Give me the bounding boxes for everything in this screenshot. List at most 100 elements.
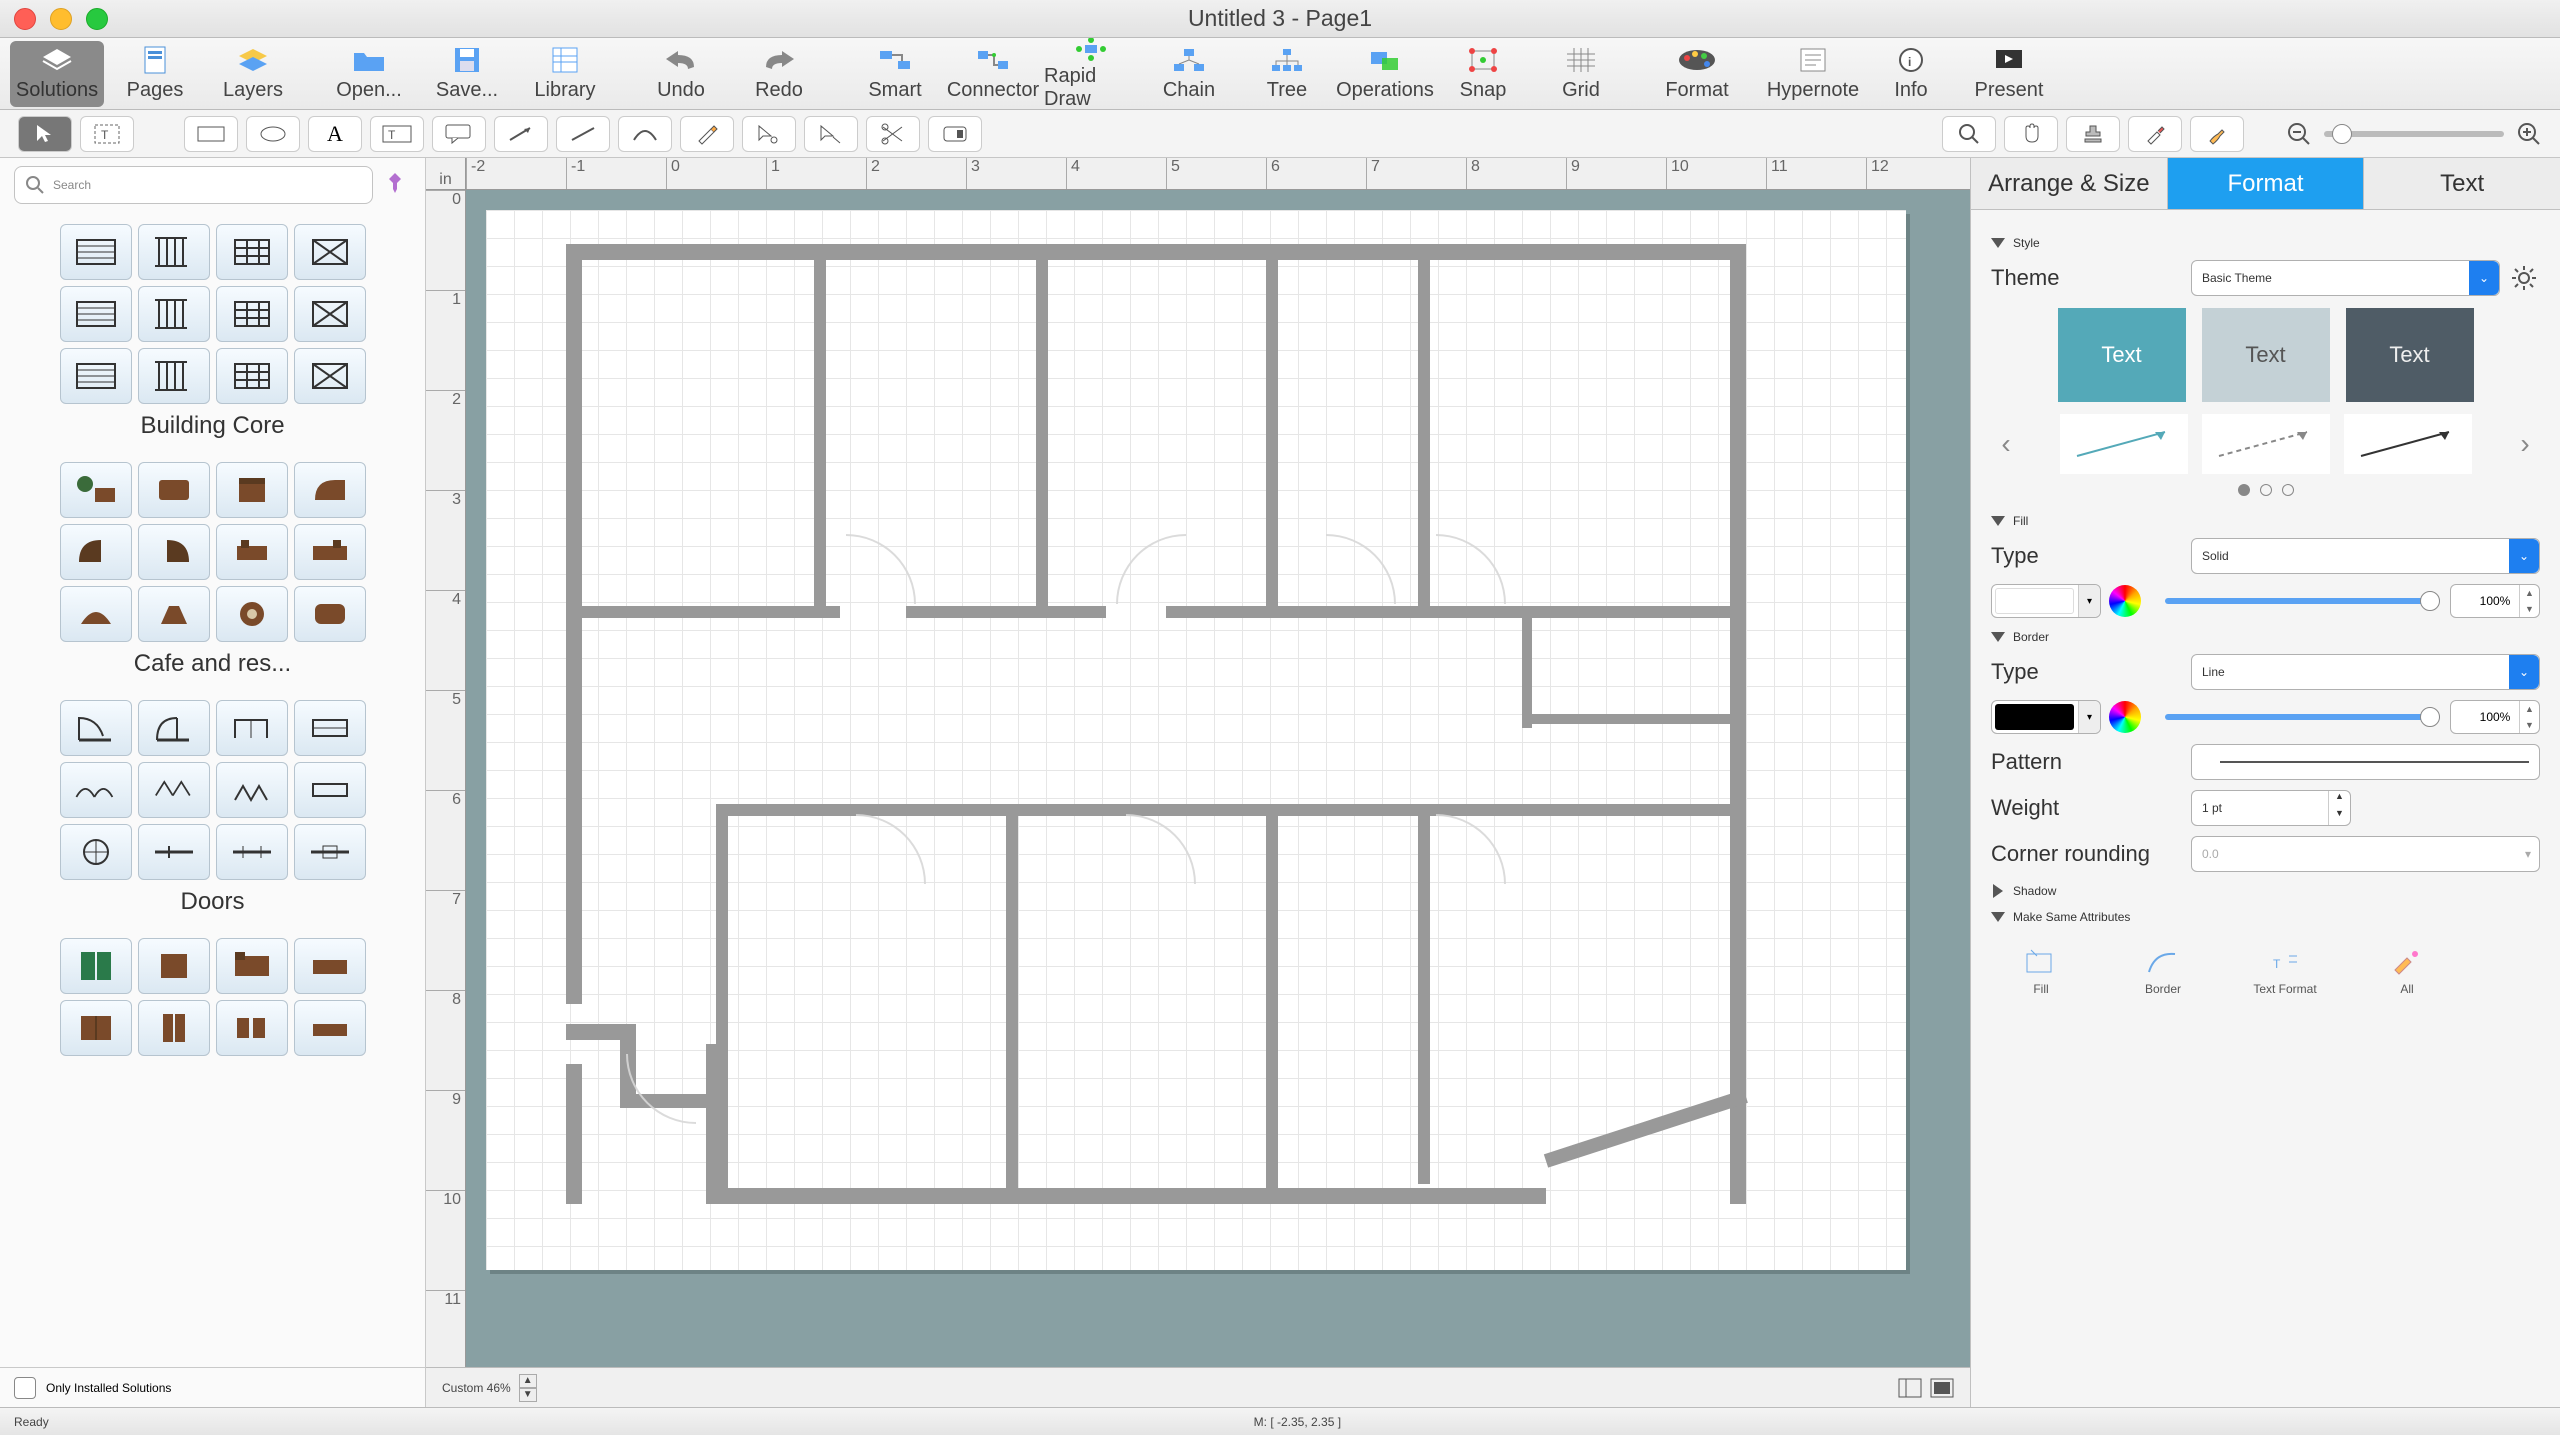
fill-opacity-value[interactable]: 100%▲▼	[2450, 584, 2540, 618]
fill-type-select[interactable]: Solid⌄	[2191, 538, 2540, 574]
toolbar-hypernote-button[interactable]: Hypernote	[1766, 41, 1860, 107]
border-color-select[interactable]: ▾	[1991, 700, 2101, 734]
toolbar-chain-button[interactable]: Chain	[1142, 41, 1236, 107]
same-fill-button[interactable]: Fill	[1997, 948, 2085, 996]
library-shape[interactable]	[60, 286, 132, 342]
library-shape[interactable]	[60, 762, 132, 818]
library-shape[interactable]	[138, 286, 210, 342]
library-shape[interactable]	[138, 938, 210, 994]
line-arrow-tool[interactable]	[494, 116, 548, 152]
library-shape[interactable]	[216, 938, 288, 994]
library-shape[interactable]	[138, 700, 210, 756]
border-color-wheel-icon[interactable]	[2109, 701, 2141, 733]
style-sample-3[interactable]: Text	[2346, 308, 2474, 402]
pen-tool[interactable]	[680, 116, 734, 152]
toolbar-snap-button[interactable]: Snap	[1436, 41, 1530, 107]
library-shape[interactable]	[216, 286, 288, 342]
library-shape[interactable]	[216, 524, 288, 580]
library-shape[interactable]	[294, 286, 366, 342]
library-shape[interactable]	[60, 224, 132, 280]
fill-opacity-slider[interactable]	[2165, 598, 2440, 604]
toolbar-present-button[interactable]: Present	[1962, 41, 2056, 107]
shadow-section-header[interactable]: Shadow	[1991, 884, 2540, 898]
library-shape[interactable]	[216, 762, 288, 818]
zoom-tool[interactable]	[1942, 116, 1996, 152]
library-shape[interactable]	[216, 348, 288, 404]
library-shape[interactable]	[294, 224, 366, 280]
border-opacity-slider[interactable]	[2165, 714, 2440, 720]
toolbar-connector-button[interactable]: Connector	[946, 41, 1040, 107]
library-shape[interactable]	[60, 824, 132, 880]
same-border-button[interactable]: Border	[2119, 948, 2207, 996]
zoom-slider[interactable]	[2324, 131, 2504, 137]
library-shape[interactable]	[138, 524, 210, 580]
make-same-section-header[interactable]: Make Same Attributes	[1991, 910, 2540, 924]
callout-tool[interactable]	[432, 116, 486, 152]
text-box-tool[interactable]: T	[370, 116, 424, 152]
same-all-button[interactable]: All	[2363, 948, 2451, 996]
style-next-icon[interactable]: ›	[2510, 428, 2540, 460]
library-shape[interactable]	[216, 586, 288, 642]
library-shape[interactable]	[294, 762, 366, 818]
library-shape[interactable]	[138, 762, 210, 818]
library-shape[interactable]	[294, 700, 366, 756]
library-shape[interactable]	[60, 524, 132, 580]
curve-tool[interactable]	[618, 116, 672, 152]
library-shape[interactable]	[138, 586, 210, 642]
fill-color-select[interactable]: ▾	[1991, 584, 2101, 618]
hand-tool[interactable]	[2004, 116, 2058, 152]
library-shape[interactable]	[60, 462, 132, 518]
text-frame-tool[interactable]: T	[80, 116, 134, 152]
toolbar-operations-button[interactable]: Operations	[1338, 41, 1432, 107]
library-shape[interactable]	[294, 348, 366, 404]
only-installed-checkbox[interactable]: Only Installed Solutions	[0, 1367, 425, 1407]
presentation-icon[interactable]	[1930, 1378, 1954, 1398]
style-sample-1[interactable]: Text	[2058, 308, 2186, 402]
library-shape[interactable]	[216, 1000, 288, 1056]
canvas-viewport[interactable]	[466, 190, 1970, 1367]
corner-rounding-input[interactable]: 0.0▾	[2191, 836, 2540, 872]
library-shape[interactable]	[294, 824, 366, 880]
theme-select[interactable]: Basic Theme⌄	[2191, 260, 2500, 296]
library-shape[interactable]	[216, 462, 288, 518]
select-tool[interactable]	[18, 116, 72, 152]
border-opacity-value[interactable]: 100%▲▼	[2450, 700, 2540, 734]
library-shape[interactable]	[60, 1000, 132, 1056]
toolbar-layers-button[interactable]: Layers	[206, 41, 300, 107]
zoom-stepper[interactable]: ▲▼	[519, 1374, 537, 1402]
edit-point-tool[interactable]	[742, 116, 796, 152]
cut-tool[interactable]	[866, 116, 920, 152]
library-shape[interactable]	[294, 586, 366, 642]
pattern-select[interactable]	[2191, 744, 2540, 780]
library-shape[interactable]	[216, 700, 288, 756]
library-shape[interactable]	[294, 1000, 366, 1056]
toolbar-grid-button[interactable]: Grid	[1534, 41, 1628, 107]
library-shape[interactable]	[60, 586, 132, 642]
layout-icon[interactable]	[1898, 1378, 1922, 1398]
fill-color-wheel-icon[interactable]	[2109, 585, 2141, 617]
border-section-header[interactable]: Border	[1991, 630, 2540, 644]
library-shape[interactable]	[294, 524, 366, 580]
toolbar-rapid-button[interactable]: Rapid Draw	[1044, 41, 1138, 107]
toolbar-open-button[interactable]: Open...	[322, 41, 416, 107]
brush-tool[interactable]	[2190, 116, 2244, 152]
toolbar-format-button[interactable]: Format	[1650, 41, 1744, 107]
toolbar-info-button[interactable]: iInfo	[1864, 41, 1958, 107]
toolbar-smart-button[interactable]: Smart	[848, 41, 942, 107]
library-shape[interactable]	[294, 462, 366, 518]
connect-point-tool[interactable]	[804, 116, 858, 152]
border-type-select[interactable]: Line⌄	[2191, 654, 2540, 690]
toolbar-library-button[interactable]: Library	[518, 41, 612, 107]
arrow-sample-3[interactable]	[2344, 414, 2472, 474]
library-shape[interactable]	[138, 348, 210, 404]
fill-section-header[interactable]: Fill	[1991, 514, 2540, 528]
weight-input[interactable]: 1 pt▲▼	[2191, 790, 2351, 826]
search-input[interactable]: Search	[14, 166, 373, 204]
library-shape[interactable]	[138, 1000, 210, 1056]
style-sample-2[interactable]: Text	[2202, 308, 2330, 402]
crop-tool[interactable]	[928, 116, 982, 152]
toolbar-pages-button[interactable]: Pages	[108, 41, 202, 107]
text-tool[interactable]: A	[308, 116, 362, 152]
gear-icon[interactable]	[2508, 262, 2540, 294]
library-shape[interactable]	[294, 938, 366, 994]
